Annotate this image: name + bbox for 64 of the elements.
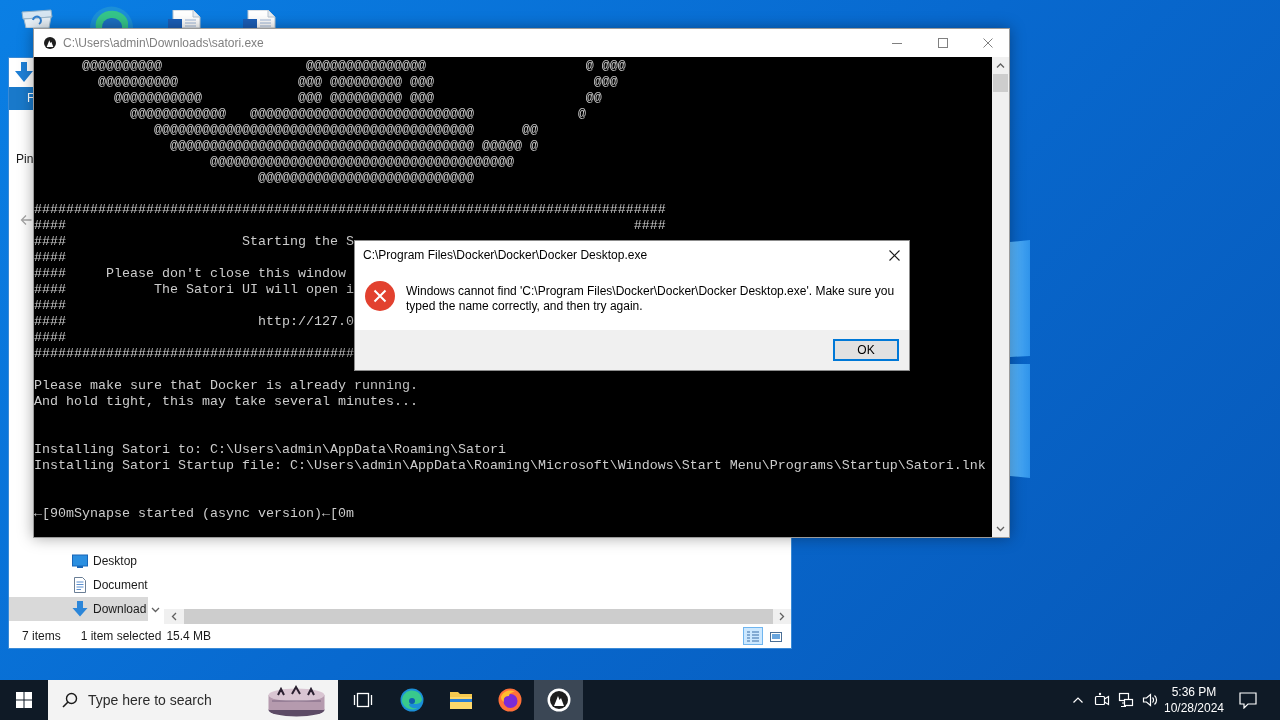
camera-icon: [1094, 692, 1110, 708]
drum-drawing: [268, 683, 325, 717]
console-line: @@@@@@@@@@@@@@@@@@@@@@@@@@@@@@@@@@@@@@@@ @@: [152, 122, 538, 138]
desktop-icon: [72, 553, 88, 569]
console-line: @@@@@@@@@@@@ @@@@@@@@@@@@@@@@@@@@@@@@@@@@ @: [128, 106, 586, 122]
console-line: ###############################################################################: [34, 202, 666, 218]
window-title: C:\Users\admin\Downloads\satori.exe: [63, 35, 264, 52]
maximize-icon: [938, 38, 948, 48]
pin-button[interactable]: Pin: [16, 152, 34, 166]
console-line: ####: [34, 330, 66, 346]
console-line: #### ####: [34, 218, 666, 234]
chevron-right-icon[interactable]: [779, 612, 785, 621]
console-line: @@@@@@@@@@ @@@@@@@@@@@@@@@ @ @@@: [81, 58, 626, 74]
console-line: @@@@@@@@@@@@@@@@@@@@@@@@@@@@@@@@@@@@@@ @@@@@ @: [168, 138, 538, 154]
console-line: @@@@@@@@@@@@@@@@@@@@@@@@@@@@@@@@@@@@@@: [208, 154, 514, 170]
window-panes-icon: [16, 692, 32, 708]
globe-icon: [497, 688, 522, 712]
network-icon: [1118, 692, 1134, 708]
speech-bubble-icon: [1239, 691, 1257, 709]
console-line: ########################################: [34, 346, 354, 362]
status-text: 7 items: [22, 628, 61, 645]
console-line: #### Starting the S: [34, 234, 354, 250]
status-text: 15.4 MB: [166, 628, 212, 645]
down-arrow-icon[interactable]: [15, 62, 33, 82]
chevron-up-icon[interactable]: [996, 62, 1005, 69]
console-line: #### Please don't close this window: [34, 266, 346, 282]
taskbar-button[interactable]: [534, 680, 583, 720]
console-line: @@@@@@@@@@ @@@ @@@@@@@@@ @@@ @@@: [97, 74, 618, 90]
task-view-icon: [352, 692, 373, 708]
close-icon: [888, 249, 900, 261]
console-line: Installing Satori to: C:\Users\admin\AppData\Roaming\Satori: [34, 442, 506, 458]
console-line: Please make sure that Docker is already running.: [34, 378, 418, 394]
status-text: 1 item selected: [80, 628, 162, 645]
console-line: @@@@@@@@@@@ @@@ @@@@@@@@@ @@@ @@: [112, 90, 602, 106]
list-view-icon: [746, 629, 760, 643]
error-icon: [365, 281, 395, 311]
swirl-circle-icon: [399, 688, 424, 712]
console-line: @@@@@@@@@@@@@@@@@@@@@@@@@@@: [256, 170, 474, 186]
nav-item[interactable]: Download: [9, 597, 148, 621]
mountain-circle-icon: [42, 35, 58, 51]
down-arrow-icon: [72, 601, 88, 617]
scrollbar-thumb[interactable]: [993, 74, 1008, 92]
search-icon: [62, 692, 78, 708]
error-message: Windows cannot find 'C:\Program Files\Docker\Docker\Docker Desktop.exe'. Make sure you typed the name correctly, and then try again.: [406, 284, 896, 314]
dialog-button[interactable]: OK: [833, 339, 899, 361]
close-icon: [982, 38, 993, 48]
console-line: And hold tight, this may take several minutes...: [34, 394, 418, 410]
speaker-icon: [1142, 692, 1158, 708]
console-line: #### The Satori UI will open i: [34, 282, 354, 298]
chevron-down-icon[interactable]: [151, 607, 160, 613]
mountain-circle-icon: [546, 688, 571, 712]
chevron-down-icon[interactable]: [996, 525, 1005, 532]
chevron-left-icon[interactable]: [171, 612, 177, 621]
picture-view-icon: [769, 629, 783, 643]
dialog-title: C:\Program Files\Docker\Docker\Docker Desktop.exe: [362, 247, 648, 264]
console-line: ####: [34, 250, 66, 266]
console-line: ←[90mSynapse started (async version)←[0m: [34, 506, 354, 522]
chevron-up-icon: [1073, 697, 1083, 703]
recycle-bin-icon[interactable]: [18, 8, 55, 28]
clock-button[interactable]: 5:36 PM 10/28/2024: [1162, 680, 1226, 720]
document-icon: [72, 577, 88, 593]
console-line: ####: [34, 298, 66, 314]
console-line: #### http://127.0: [34, 314, 354, 330]
console-line: Installing Satori Startup file: C:\Users\admin\AppData\Roaming\Microsoft\Windows\Start Menu\Programs\Startup\Satori.lnk: [34, 458, 986, 474]
